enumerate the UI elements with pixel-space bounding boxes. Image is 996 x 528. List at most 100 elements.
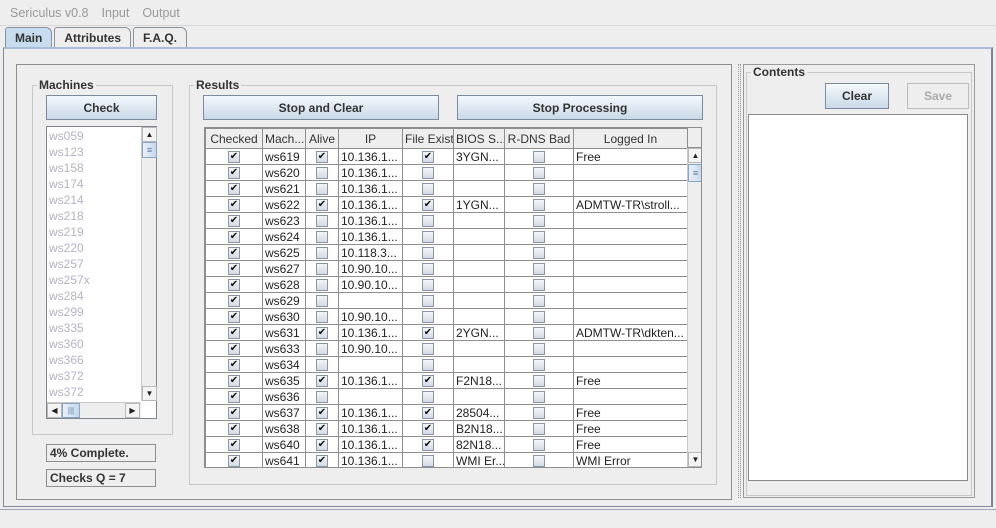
table-row[interactable]: ✔ ws631 ✔ 10.136.1... ✔ 2YGN... ADMTW-TR\dkten…: [205, 324, 688, 341]
logged-in-cell[interactable]: ADMTW-TR\stroll...: [573, 196, 688, 213]
checked-checkbox[interactable]: ✔: [228, 407, 240, 420]
machine-list-item[interactable]: ws123: [47, 144, 141, 160]
tab-main[interactable]: Main: [5, 27, 53, 48]
scroll-up-icon[interactable]: ▲: [142, 127, 157, 142]
logged-in-cell[interactable]: Free: [573, 436, 688, 453]
alive-checkbox[interactable]: ✔: [316, 407, 328, 420]
file-exist-checkbox[interactable]: [422, 311, 434, 324]
machine-cell[interactable]: ws630: [262, 308, 306, 325]
file-exist-checkbox[interactable]: [422, 247, 434, 260]
tab-faq[interactable]: F.A.Q.: [133, 27, 188, 48]
bios-cell[interactable]: 1YGN...: [453, 196, 505, 213]
checked-checkbox[interactable]: ✔: [228, 183, 240, 196]
ip-cell[interactable]: 10.136.1...: [338, 404, 403, 421]
file-exist-checkbox[interactable]: [422, 295, 434, 308]
alive-checkbox[interactable]: [316, 311, 328, 324]
ip-cell[interactable]: 10.90.10...: [338, 340, 403, 357]
machine-cell[interactable]: ws628: [262, 276, 306, 293]
rdns-bad-checkbox[interactable]: [533, 327, 545, 340]
file-exist-checkbox[interactable]: ✔: [422, 439, 434, 452]
checked-checkbox[interactable]: ✔: [228, 215, 240, 228]
machine-cell[interactable]: ws624: [262, 228, 306, 245]
alive-checkbox[interactable]: [316, 295, 328, 308]
file-exist-checkbox[interactable]: [422, 231, 434, 244]
rdns-bad-checkbox[interactable]: [533, 359, 545, 372]
machine-list-item[interactable]: ws174: [47, 176, 141, 192]
checked-checkbox[interactable]: ✔: [228, 359, 240, 372]
scroll-right-icon[interactable]: ▶: [125, 403, 140, 418]
checked-checkbox[interactable]: ✔: [228, 391, 240, 404]
scroll-down-icon[interactable]: ▼: [142, 386, 157, 401]
machine-cell[interactable]: ws631: [262, 324, 306, 341]
table-row[interactable]: ✔ ws628 10.90.10...: [205, 276, 688, 293]
file-exist-checkbox[interactable]: [422, 215, 434, 228]
bios-cell[interactable]: [453, 292, 505, 309]
machine-list-item[interactable]: ws360: [47, 336, 141, 352]
logged-in-cell[interactable]: [573, 164, 688, 181]
alive-checkbox[interactable]: ✔: [316, 455, 328, 467]
machine-list-item[interactable]: ws372: [47, 368, 141, 384]
table-row[interactable]: ✔ ws627 10.90.10...: [205, 260, 688, 277]
ip-cell[interactable]: 10.136.1...: [338, 164, 403, 181]
file-exist-checkbox[interactable]: [422, 391, 434, 404]
stop-and-clear-button[interactable]: Stop and Clear: [203, 95, 439, 120]
table-row[interactable]: ✔ ws622 ✔ 10.136.1... ✔ 1YGN... ADMTW-TR\strol…: [205, 196, 688, 213]
logged-in-cell[interactable]: [573, 276, 688, 293]
scroll-thumb-grip-icon[interactable]: ≡: [142, 142, 157, 158]
ip-cell[interactable]: 10.136.1...: [338, 180, 403, 197]
ip-cell[interactable]: 10.90.10...: [338, 260, 403, 277]
split-pane-divider[interactable]: [738, 64, 741, 498]
table-row[interactable]: ✔ ws636: [205, 388, 688, 405]
tab-attributes[interactable]: Attributes: [54, 27, 132, 48]
logged-in-cell[interactable]: [573, 180, 688, 197]
bios-cell[interactable]: 2YGN...: [453, 324, 505, 341]
rdns-bad-checkbox[interactable]: [533, 183, 545, 196]
ip-cell[interactable]: 10.136.1...: [338, 372, 403, 389]
alive-checkbox[interactable]: ✔: [316, 151, 328, 164]
machine-list-item[interactable]: ws372: [47, 384, 141, 400]
machine-cell[interactable]: ws633: [262, 340, 306, 357]
rdns-bad-checkbox[interactable]: [533, 151, 545, 164]
machines-vscrollbar[interactable]: ▲ ≡ ▼: [141, 127, 157, 401]
alive-checkbox[interactable]: ✔: [316, 423, 328, 436]
file-exist-checkbox[interactable]: ✔: [422, 327, 434, 340]
logged-in-cell[interactable]: [573, 308, 688, 325]
bios-cell[interactable]: 82N18...: [453, 436, 505, 453]
table-row[interactable]: ✔ ws629: [205, 292, 688, 309]
checked-checkbox[interactable]: ✔: [228, 311, 240, 324]
logged-in-cell[interactable]: Free: [573, 148, 688, 165]
rdns-bad-checkbox[interactable]: [533, 167, 545, 180]
menu-output[interactable]: Output: [142, 6, 180, 20]
ip-cell[interactable]: 10.136.1...: [338, 420, 403, 437]
file-exist-checkbox[interactable]: [422, 167, 434, 180]
file-exist-checkbox[interactable]: ✔: [422, 199, 434, 212]
logged-in-cell[interactable]: [573, 212, 688, 229]
scroll-left-icon[interactable]: ◀: [47, 403, 62, 418]
logged-in-cell[interactable]: [573, 340, 688, 357]
col-logged-in[interactable]: Logged In: [573, 128, 688, 149]
alive-checkbox[interactable]: ✔: [316, 327, 328, 340]
table-row[interactable]: ✔ ws638 ✔ 10.136.1... ✔ B2N18... Free: [205, 420, 688, 437]
machine-cell[interactable]: ws622: [262, 196, 306, 213]
table-row[interactable]: ✔ ws630 10.90.10...: [205, 308, 688, 325]
bios-cell[interactable]: [453, 180, 505, 197]
ip-cell[interactable]: 10.136.1...: [338, 436, 403, 453]
check-button[interactable]: Check: [46, 95, 157, 120]
checked-checkbox[interactable]: ✔: [228, 455, 240, 467]
file-exist-checkbox[interactable]: ✔: [422, 151, 434, 164]
col-checked[interactable]: Checked: [205, 128, 263, 149]
menu-input[interactable]: Input: [102, 6, 130, 20]
file-exist-checkbox[interactable]: [422, 183, 434, 196]
machine-cell[interactable]: ws620: [262, 164, 306, 181]
machine-list-item[interactable]: ws284: [47, 288, 141, 304]
machine-cell[interactable]: ws634: [262, 356, 306, 373]
col-alive[interactable]: Alive: [305, 128, 339, 149]
ip-cell[interactable]: 10.136.1...: [338, 212, 403, 229]
bios-cell[interactable]: [453, 276, 505, 293]
checked-checkbox[interactable]: ✔: [228, 199, 240, 212]
alive-checkbox[interactable]: [316, 183, 328, 196]
ip-cell[interactable]: 10.90.10...: [338, 276, 403, 293]
ip-cell[interactable]: 10.136.1...: [338, 324, 403, 341]
results-vscrollbar[interactable]: ▲ ≡ ▼: [687, 148, 701, 467]
bios-cell[interactable]: [453, 308, 505, 325]
